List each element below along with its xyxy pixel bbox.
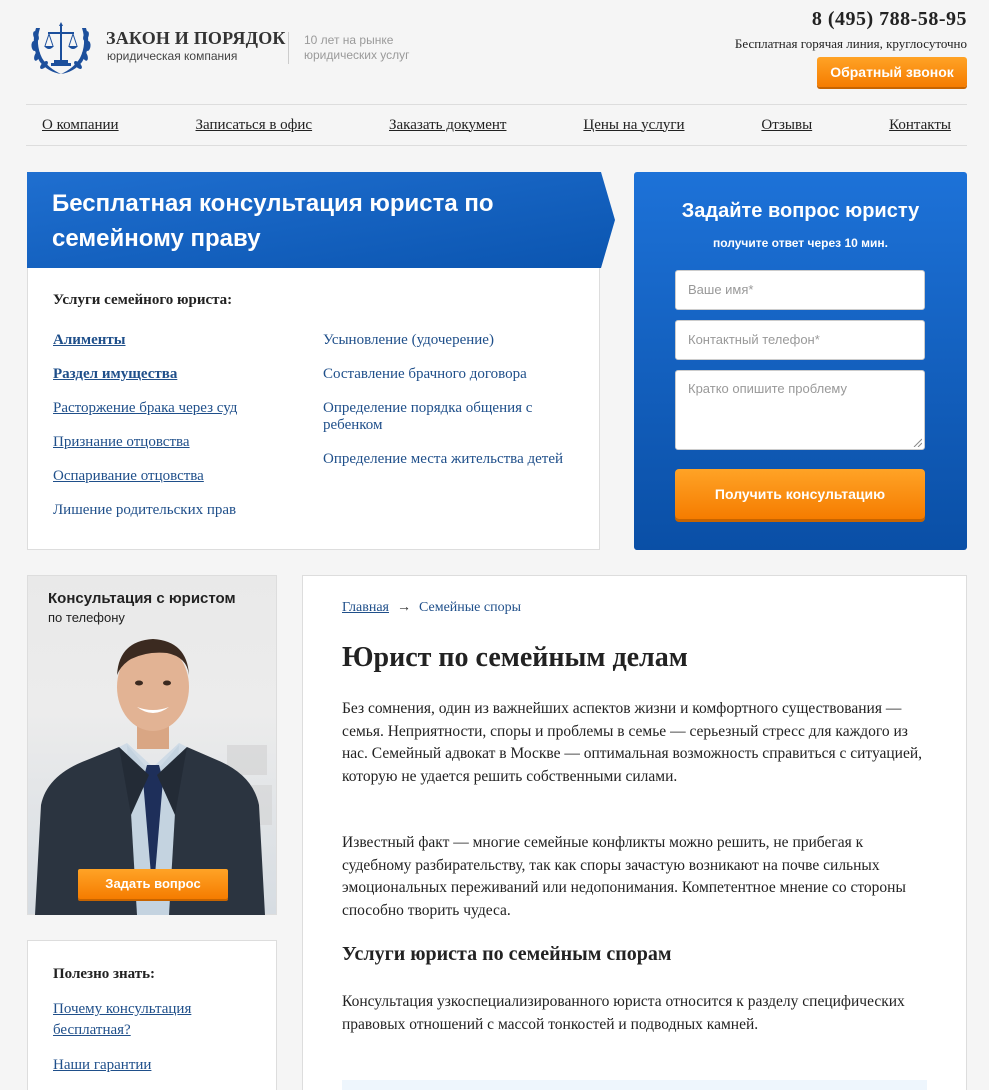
- problem-textarea[interactable]: Кратко опишите проблему: [675, 370, 925, 450]
- law-scales-laurel-logo-icon[interactable]: [26, 16, 96, 78]
- nav-item-contacts[interactable]: Контакты: [889, 117, 951, 134]
- service-link-paternity-dispute[interactable]: Оспаривание отцовства: [53, 468, 303, 485]
- hero-title: Бесплатная консультация юриста по семейн…: [52, 190, 494, 252]
- service-link-parental-rights[interactable]: Лишение родительских прав: [53, 502, 303, 519]
- breadcrumb: Главная → Семейные споры: [342, 600, 521, 616]
- useful-info-title: Полезно знать:: [53, 966, 156, 982]
- useful-link-guarantees[interactable]: Наши гарантии: [53, 1055, 253, 1076]
- consult-card-subtitle: по телефону: [48, 610, 125, 625]
- hotline-phone[interactable]: 8 (495) 788-58-95: [812, 8, 967, 31]
- service-link-child-residence[interactable]: Определение места жительства детей: [323, 451, 583, 468]
- breadcrumb-home-link[interactable]: Главная: [342, 600, 389, 615]
- service-link-property-division[interactable]: Раздел имущества: [53, 366, 303, 383]
- main-nav: О компании Записаться в офис Заказать до…: [26, 104, 967, 146]
- nav-item-reviews[interactable]: Отзывы: [761, 117, 812, 134]
- get-consultation-button[interactable]: Получить консультацию: [675, 469, 925, 519]
- useful-link-why-free[interactable]: Почему консультация бесплатная?: [53, 999, 253, 1041]
- hotline-label: Бесплатная горячая линия, круглосуточно: [734, 36, 967, 51]
- service-link-alimony[interactable]: Алименты: [53, 332, 303, 349]
- form-subtitle: получите ответ через 10 мин.: [713, 236, 888, 250]
- brand-subtitle: юридическая компания: [107, 49, 238, 63]
- header-divider: [288, 32, 289, 64]
- article-paragraph: Известный факт — многие семейные конфлик…: [342, 834, 906, 919]
- nav-item-about[interactable]: О компании: [42, 117, 119, 134]
- info-box: [342, 1080, 927, 1090]
- form-title: Задайте вопрос юристу: [681, 200, 920, 222]
- tagline: 10 лет на рынке юридических услуг: [304, 33, 410, 62]
- article-paragraph: Консультация узкоспециализированного юри…: [342, 993, 905, 1033]
- article-paragraph: Без сомнения, один из важнейших аспектов…: [342, 700, 923, 785]
- breadcrumb-current[interactable]: Семейные споры: [419, 600, 521, 615]
- services-heading: Услуги семейного юриста:: [53, 292, 233, 308]
- site-header: ЗАКОН И ПОРЯДОК юридическая компания 10 …: [0, 0, 989, 100]
- nav-item-prices[interactable]: Цены на услуги: [583, 117, 684, 134]
- ask-question-button[interactable]: Задать вопрос: [78, 869, 228, 899]
- breadcrumb-arrow-icon: →: [397, 600, 411, 615]
- services-list-left: Алименты Раздел имущества Расторжение бр…: [53, 332, 303, 536]
- consult-card-title: Консультация с юристом: [48, 590, 236, 607]
- page-title: Юрист по семейным делам: [342, 642, 688, 673]
- service-link-adoption[interactable]: Усыновление (удочерение): [323, 332, 583, 349]
- name-input[interactable]: Ваше имя*: [675, 270, 925, 310]
- article-subheading: Услуги юриста по семейным спорам: [342, 943, 672, 965]
- service-link-child-visitation[interactable]: Определение порядка общения с ребенком: [323, 400, 583, 434]
- phone-input[interactable]: Контактный телефон*: [675, 320, 925, 360]
- services-list-right: Усыновление (удочерение) Составление бра…: [323, 332, 583, 485]
- lawyer-photo: [35, 639, 272, 915]
- service-link-prenup[interactable]: Составление брачного договора: [323, 366, 583, 383]
- nav-item-office-appointment[interactable]: Записаться в офис: [196, 117, 313, 134]
- service-link-divorce[interactable]: Расторжение брака через суд: [53, 400, 303, 417]
- service-link-paternity-recognition[interactable]: Признание отцовства: [53, 434, 303, 451]
- brand-title[interactable]: ЗАКОН И ПОРЯДОК: [106, 28, 286, 49]
- callback-button[interactable]: Обратный звонок: [817, 57, 967, 87]
- resize-handle-icon[interactable]: [912, 437, 922, 447]
- nav-item-order-document[interactable]: Заказать документ: [389, 117, 506, 134]
